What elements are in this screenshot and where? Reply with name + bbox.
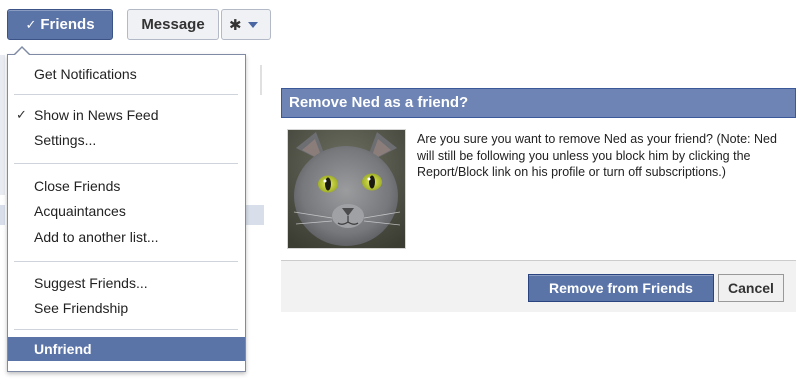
menu-item-label: Show in News Feed [34,107,159,123]
menu-divider [14,94,238,95]
message-button[interactable]: Message [127,9,219,40]
menu-item-unfriend[interactable]: Unfriend [8,337,245,361]
page-background-strip [0,205,5,225]
page-background-strip [260,65,262,95]
page-background-strip [246,205,264,225]
menu-item-settings[interactable]: Settings... [8,128,245,152]
dialog-message: Are you sure you want to remove Ned as y… [417,132,777,179]
menu-item-label: Get Notifications [34,66,137,82]
menu-divider [14,163,238,164]
menu-divider [14,261,238,262]
menu-divider [14,329,238,330]
menu-item-label: Add to another list... [34,229,159,245]
friends-button[interactable]: ✓ Friends [7,9,113,40]
friends-button-label: Friends [40,16,95,33]
friends-dropdown-menu: Get Notifications ✓ Show in News Feed Se… [7,54,246,372]
settings-gear-button[interactable]: ✱ [221,9,271,40]
menu-item-label: Close Friends [34,178,121,194]
page-background-strip [0,55,5,195]
friend-profile-photo [287,129,406,249]
cat-photo [288,130,405,248]
menu-item-acquaintances[interactable]: Acquaintances [8,199,245,223]
cancel-button-label: Cancel [728,280,774,296]
menu-pointer-fill [15,48,29,55]
menu-item-label: Unfriend [34,341,92,357]
remove-button-label: Remove from Friends [549,280,693,296]
menu-item-add-to-list[interactable]: Add to another list... [8,225,245,249]
menu-item-label: Acquaintances [34,203,126,219]
remove-friend-dialog: Remove Ned as a friend? Are you sure you… [281,88,796,312]
remove-from-friends-button[interactable]: Remove from Friends [528,274,714,302]
menu-item-label: Suggest Friends... [34,275,148,291]
check-icon: ✓ [16,107,27,122]
menu-item-get-notifications[interactable]: Get Notifications [8,62,245,86]
message-button-label: Message [141,16,205,33]
menu-item-see-friendship[interactable]: See Friendship [8,296,245,320]
menu-item-show-in-news-feed[interactable]: ✓ Show in News Feed [8,103,245,127]
cancel-button[interactable]: Cancel [718,274,784,302]
chevron-down-icon [247,21,258,28]
menu-item-close-friends[interactable]: Close Friends [8,174,245,198]
dialog-title: Remove Ned as a friend? [281,88,796,118]
dialog-footer: Remove from Friends Cancel [281,260,796,312]
menu-item-suggest-friends[interactable]: Suggest Friends... [8,271,245,295]
menu-item-label: Settings... [34,132,97,148]
menu-item-label: See Friendship [34,300,129,316]
gear-icon: ✱ [229,16,242,34]
check-icon: ✓ [25,16,37,32]
